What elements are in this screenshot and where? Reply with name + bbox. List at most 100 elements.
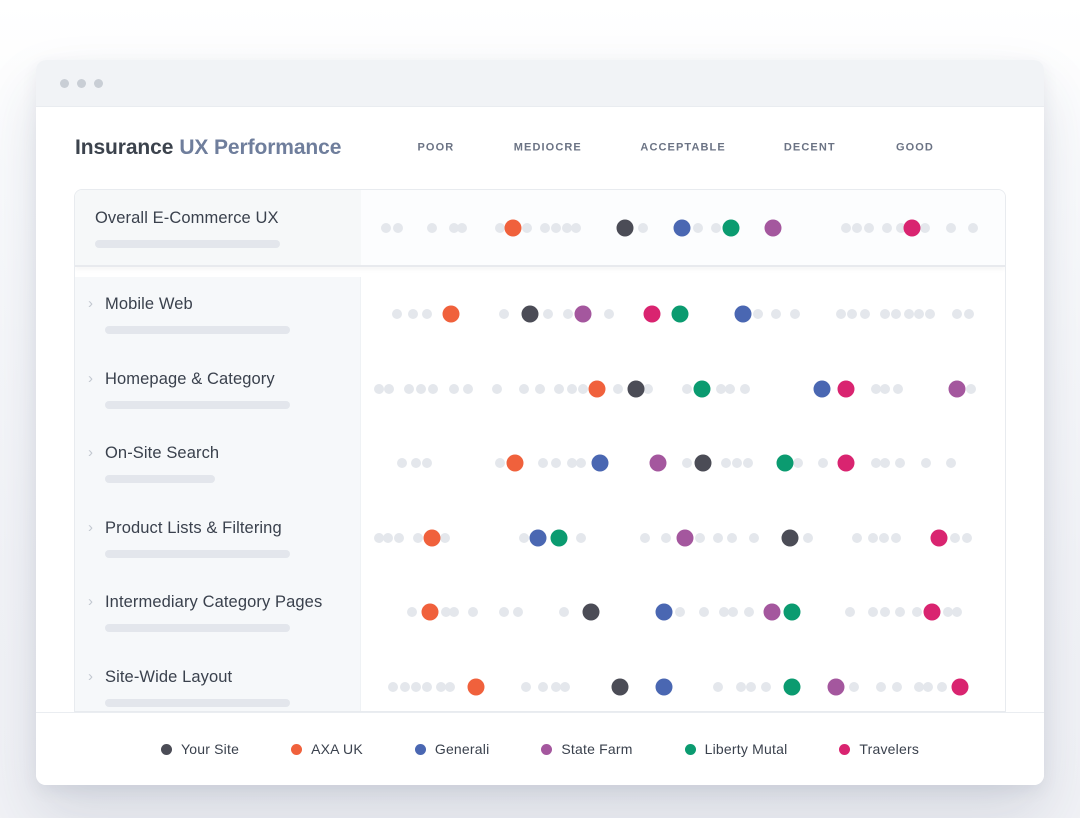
benchmark-dot: [640, 533, 650, 543]
site-dot-state-farm[interactable]: [764, 219, 781, 236]
benchmark-dot: [871, 384, 881, 394]
site-dot-travelers[interactable]: [923, 604, 940, 621]
benchmark-dot: [860, 309, 870, 319]
site-dot-generali[interactable]: [814, 380, 831, 397]
site-dot-axa-uk[interactable]: [505, 219, 522, 236]
site-dot-generali[interactable]: [656, 678, 673, 695]
site-dot-axa-uk[interactable]: [442, 306, 459, 323]
legend-dot-icon: [541, 744, 552, 755]
site-dot-liberty-mutal[interactable]: [783, 678, 800, 695]
chevron-right-icon: ›: [88, 667, 93, 687]
site-dot-state-farm[interactable]: [676, 529, 693, 546]
site-dot-generali[interactable]: [673, 219, 690, 236]
benchmark-dot: [891, 309, 901, 319]
chart-row-on-site-search: On-Site Search›: [75, 426, 1005, 501]
site-dot-your-site[interactable]: [627, 380, 644, 397]
row-label-cell[interactable]: Site-Wide Layout›: [75, 650, 361, 713]
chart-row-intermediary-category-pages: Intermediary Category Pages›: [75, 575, 1005, 650]
benchmark-dot: [445, 682, 455, 692]
site-dot-axa-uk[interactable]: [467, 678, 484, 695]
scale-label-poor: POOR: [417, 142, 454, 154]
row-label-cell[interactable]: Product Lists & Filtering›: [75, 501, 361, 576]
benchmark-dot: [891, 533, 901, 543]
benchmark-dot: [966, 384, 976, 394]
site-dot-your-site[interactable]: [582, 604, 599, 621]
legend-item-liberty-mutal: Liberty Mutal: [685, 741, 788, 757]
benchmark-dot: [468, 607, 478, 617]
row-label-cell[interactable]: Mobile Web›: [75, 277, 361, 352]
benchmark-dot: [946, 223, 956, 233]
benchmark-dot: [711, 223, 721, 233]
site-dot-axa-uk[interactable]: [423, 529, 440, 546]
chart-row-homepage-category: Homepage & Category›: [75, 352, 1005, 427]
chart-rows: Mobile Web› Homepage & Category› On-Site S…: [75, 267, 1005, 712]
benchmark-dot: [682, 384, 692, 394]
benchmark-dot: [721, 458, 731, 468]
benchmark-dot: [882, 223, 892, 233]
window-control-dot[interactable]: [77, 79, 86, 88]
site-dot-travelers[interactable]: [904, 219, 921, 236]
window-control-dot[interactable]: [60, 79, 69, 88]
site-dot-travelers[interactable]: [931, 529, 948, 546]
site-dot-travelers[interactable]: [838, 380, 855, 397]
site-dot-travelers[interactable]: [643, 306, 660, 323]
benchmark-dot: [790, 309, 800, 319]
benchmark-dot: [408, 309, 418, 319]
site-dot-your-site[interactable]: [617, 219, 634, 236]
site-dot-your-site[interactable]: [522, 306, 539, 323]
page-title-secondary: UX Performance: [179, 136, 341, 159]
chevron-right-icon: ›: [88, 518, 93, 538]
window-control-dot[interactable]: [94, 79, 103, 88]
site-dot-liberty-mutal[interactable]: [783, 604, 800, 621]
site-dot-axa-uk[interactable]: [589, 380, 606, 397]
site-dot-axa-uk[interactable]: [421, 604, 438, 621]
site-dot-state-farm[interactable]: [649, 455, 666, 472]
benchmark-dot: [543, 309, 553, 319]
legend-item-axa-uk: AXA UK: [291, 741, 363, 757]
benchmark-dot: [864, 223, 874, 233]
chart-row-site-wide-layout: Site-Wide Layout›: [75, 650, 1005, 713]
row-title: Mobile Web›: [105, 294, 360, 314]
legend-item-generali: Generali: [415, 741, 490, 757]
site-dot-state-farm[interactable]: [828, 678, 845, 695]
benchmark-dot: [499, 607, 509, 617]
site-dot-generali[interactable]: [592, 455, 609, 472]
legend-dot-icon: [291, 744, 302, 755]
site-dot-liberty-mutal[interactable]: [550, 529, 567, 546]
page-title: Insurance UX Performance: [75, 136, 341, 160]
page-title-primary: Insurance: [75, 136, 173, 159]
site-dot-generali[interactable]: [734, 306, 751, 323]
row-title: Overall E-Commerce UX: [95, 208, 361, 228]
benchmark-dot: [836, 309, 846, 319]
row-label-cell[interactable]: On-Site Search›: [75, 426, 361, 501]
row-score-bar: [105, 550, 290, 558]
benchmark-dot: [868, 607, 878, 617]
site-dot-liberty-mutal[interactable]: [694, 380, 711, 397]
site-dot-your-site[interactable]: [694, 455, 711, 472]
row-plot-area: [361, 501, 1005, 576]
site-dot-your-site[interactable]: [781, 529, 798, 546]
benchmark-dot: [841, 223, 851, 233]
site-dot-liberty-mutal[interactable]: [777, 455, 794, 472]
site-dot-axa-uk[interactable]: [506, 455, 523, 472]
benchmark-dot: [962, 533, 972, 543]
site-dot-travelers[interactable]: [838, 455, 855, 472]
site-dot-state-farm[interactable]: [763, 604, 780, 621]
site-dot-generali[interactable]: [656, 604, 673, 621]
site-dot-state-farm[interactable]: [574, 306, 591, 323]
site-dot-liberty-mutal[interactable]: [722, 219, 739, 236]
site-dot-travelers[interactable]: [952, 678, 969, 695]
site-dot-your-site[interactable]: [611, 678, 628, 695]
row-title: On-Site Search›: [105, 443, 360, 463]
row-label-cell[interactable]: Intermediary Category Pages›: [75, 575, 361, 650]
chart-row-product-lists-filtering: Product Lists & Filtering›: [75, 501, 1005, 576]
legend-label: Generali: [435, 741, 490, 757]
row-label-cell[interactable]: Homepage & Category›: [75, 352, 361, 427]
benchmark-dot: [964, 309, 974, 319]
benchmark-dot: [693, 223, 703, 233]
site-dot-state-farm[interactable]: [949, 380, 966, 397]
benchmark-dot: [904, 309, 914, 319]
benchmark-dot: [492, 384, 502, 394]
site-dot-liberty-mutal[interactable]: [672, 306, 689, 323]
site-dot-generali[interactable]: [530, 529, 547, 546]
